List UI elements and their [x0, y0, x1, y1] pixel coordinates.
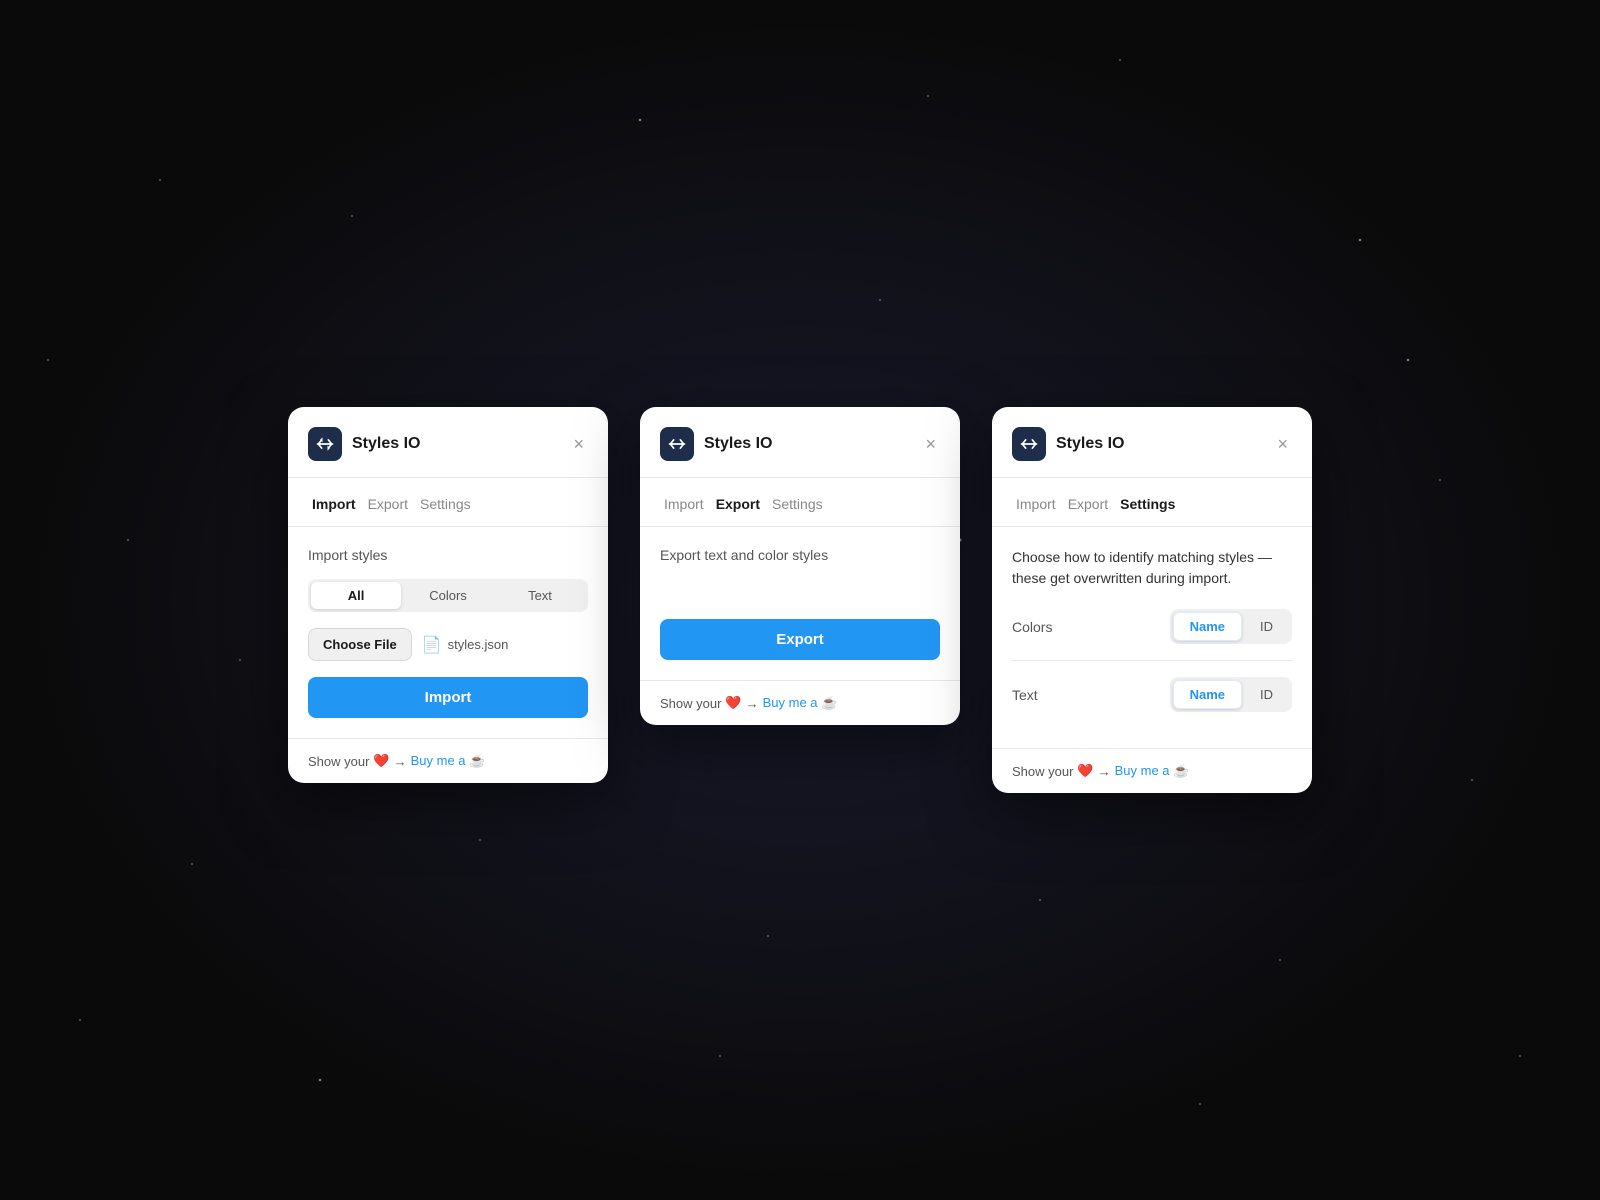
panel-body-export: Export text and color styles Export	[640, 527, 960, 680]
panel-body-import: Import styles All Colors Text Choose Fil…	[288, 527, 608, 738]
footer-arrow-settings: →	[1098, 764, 1111, 779]
file-name: styles.json	[448, 637, 509, 652]
footer-text-settings: Show your	[1012, 764, 1073, 779]
close-button-export[interactable]: ×	[921, 431, 940, 457]
tab-import-export[interactable]: Import	[660, 494, 708, 514]
title-group-settings: Styles IO	[1012, 427, 1124, 461]
footer-text-export: Show your	[660, 696, 721, 711]
tab-settings[interactable]: Settings	[416, 494, 475, 514]
filter-all[interactable]: All	[311, 582, 401, 609]
panel-footer-import: Show your ❤️ → Buy me a ☕	[288, 738, 608, 783]
text-label: Text	[1012, 687, 1038, 703]
tab-export-settings[interactable]: Export	[1064, 494, 1112, 514]
settings-divider	[1012, 660, 1292, 661]
filter-group: All Colors Text	[308, 579, 588, 612]
section-title-import: Import styles	[308, 547, 588, 563]
panel-body-settings: Choose how to identify matching styles —…	[992, 527, 1312, 748]
tab-settings-export[interactable]: Settings	[768, 494, 827, 514]
text-name-btn[interactable]: Name	[1173, 680, 1242, 709]
file-icon: 📄	[422, 635, 442, 655]
tab-import[interactable]: Import	[308, 494, 360, 514]
title-group-export: Styles IO	[660, 427, 772, 461]
footer-heart-settings: ❤️	[1077, 763, 1093, 779]
tabs-export: Import Export Settings	[640, 478, 960, 527]
colors-id-btn[interactable]: ID	[1244, 612, 1289, 641]
footer-link-settings[interactable]: Buy me a ☕	[1115, 763, 1190, 779]
filter-text[interactable]: Text	[495, 582, 585, 609]
styles-io-icon	[315, 434, 335, 454]
panels-container: Styles IO × Import Export Settings Impor…	[288, 407, 1312, 793]
colors-name-btn[interactable]: Name	[1173, 612, 1242, 641]
panel-header-import: Styles IO ×	[288, 407, 608, 478]
export-panel: Styles IO × Import Export Settings Expor…	[640, 407, 960, 725]
footer-arrow-export: →	[746, 696, 759, 711]
app-icon-export	[660, 427, 694, 461]
text-settings-row: Text Name ID	[1012, 677, 1292, 712]
panel-title-import: Styles IO	[352, 435, 420, 453]
text-toggle-group: Name ID	[1170, 677, 1292, 712]
footer-arrow-import: →	[394, 754, 407, 769]
tabs-import: Import Export Settings	[288, 478, 608, 527]
filter-colors[interactable]: Colors	[403, 582, 493, 609]
panel-header-settings: Styles IO ×	[992, 407, 1312, 478]
tab-import-settings[interactable]: Import	[1012, 494, 1060, 514]
section-title-export: Export text and color styles	[660, 547, 940, 603]
tab-export-active[interactable]: Export	[712, 494, 764, 514]
footer-text-import: Show your	[308, 754, 369, 769]
styles-io-icon-export	[667, 434, 687, 454]
colors-settings-row: Colors Name ID	[1012, 609, 1292, 644]
app-icon-settings	[1012, 427, 1046, 461]
colors-label: Colors	[1012, 619, 1052, 635]
file-row: Choose File 📄 styles.json	[308, 628, 588, 661]
tabs-settings: Import Export Settings	[992, 478, 1312, 527]
panel-footer-settings: Show your ❤️ → Buy me a ☕	[992, 748, 1312, 793]
close-button-import[interactable]: ×	[569, 431, 588, 457]
import-panel: Styles IO × Import Export Settings Impor…	[288, 407, 608, 783]
panel-title-settings: Styles IO	[1056, 435, 1124, 453]
import-button[interactable]: Import	[308, 677, 588, 718]
panel-title-export: Styles IO	[704, 435, 772, 453]
app-icon	[308, 427, 342, 461]
footer-heart-import: ❤️	[373, 753, 389, 769]
settings-panel: Styles IO × Import Export Settings Choos…	[992, 407, 1312, 793]
text-id-btn[interactable]: ID	[1244, 680, 1289, 709]
settings-description: Choose how to identify matching styles —…	[1012, 547, 1292, 589]
choose-file-button[interactable]: Choose File	[308, 628, 412, 661]
footer-heart-export: ❤️	[725, 695, 741, 711]
title-group: Styles IO	[308, 427, 420, 461]
footer-link-import[interactable]: Buy me a ☕	[411, 753, 486, 769]
tab-settings-active[interactable]: Settings	[1116, 494, 1179, 514]
footer-link-export[interactable]: Buy me a ☕	[763, 695, 838, 711]
close-button-settings[interactable]: ×	[1273, 431, 1292, 457]
export-button[interactable]: Export	[660, 619, 940, 660]
panel-footer-export: Show your ❤️ → Buy me a ☕	[640, 680, 960, 725]
tab-export[interactable]: Export	[364, 494, 412, 514]
colors-toggle-group: Name ID	[1170, 609, 1292, 644]
file-info: 📄 styles.json	[422, 635, 509, 655]
styles-io-icon-settings	[1019, 434, 1039, 454]
panel-header-export: Styles IO ×	[640, 407, 960, 478]
